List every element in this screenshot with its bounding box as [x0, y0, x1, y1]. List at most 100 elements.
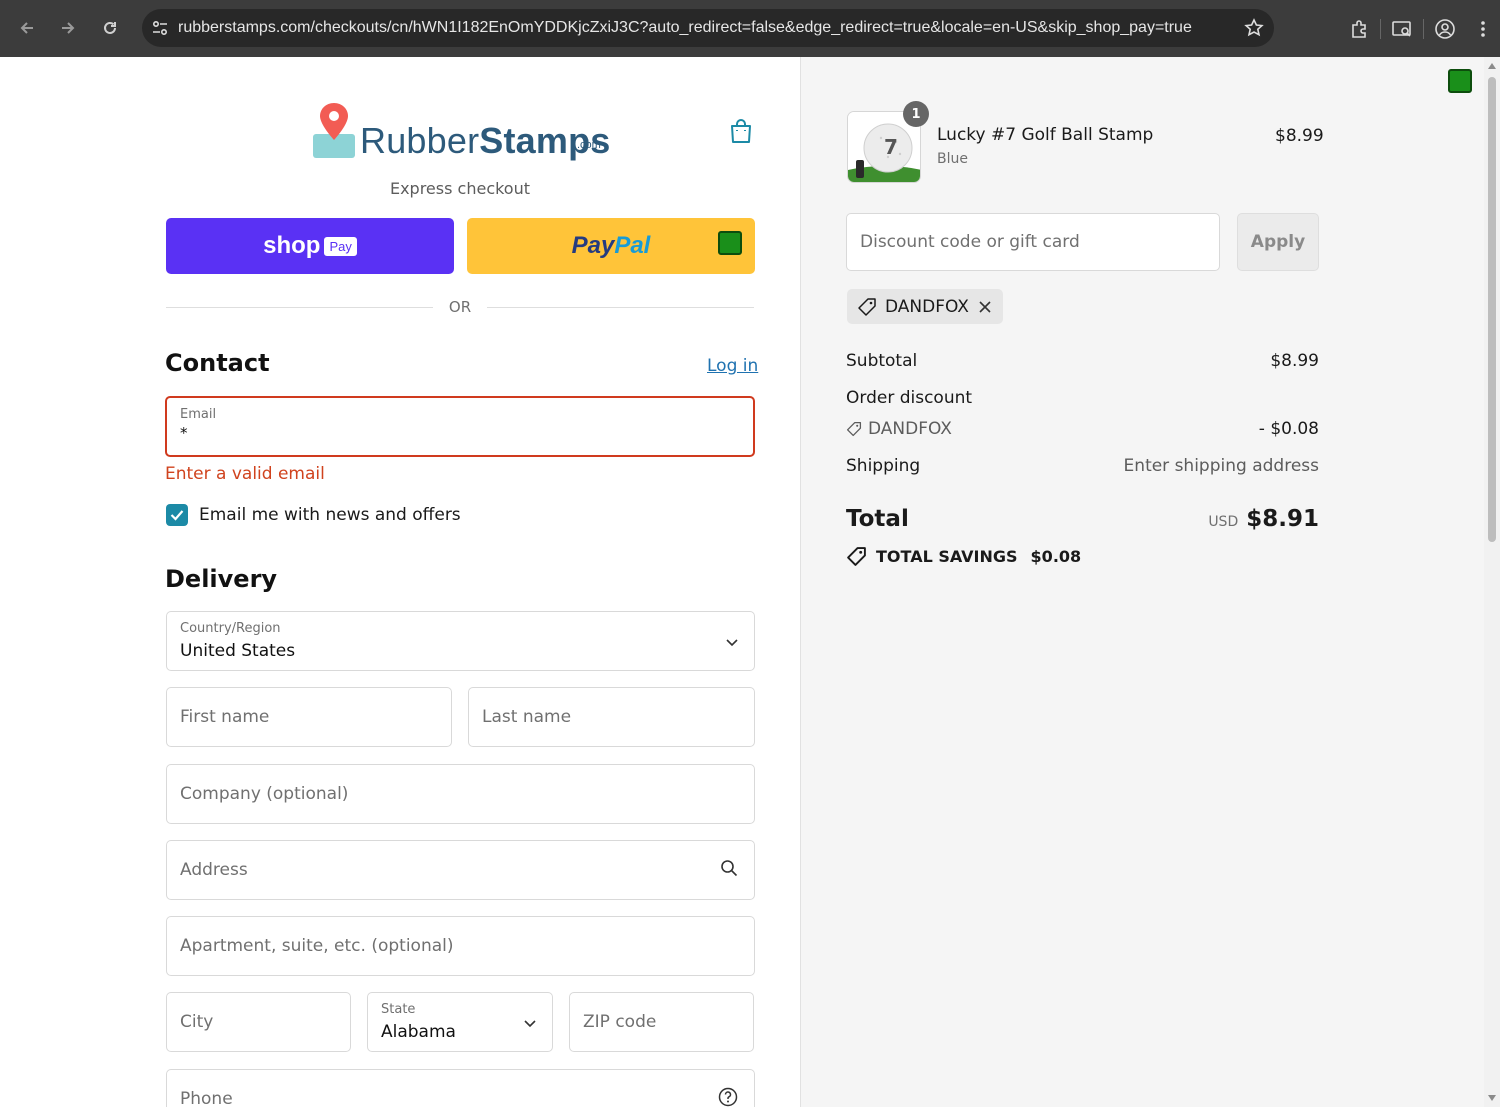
email-error-message: Enter a valid email	[165, 464, 325, 484]
city-input[interactable]: City	[166, 992, 351, 1052]
forward-icon[interactable]	[51, 11, 85, 45]
green-square-marker	[1448, 69, 1472, 93]
checkout-form-column: RubberStamps .com Express checkout shop …	[0, 57, 800, 1107]
express-checkout-label: Express checkout	[389, 179, 531, 198]
svg-text:7: 7	[884, 135, 898, 159]
product-variant: Blue	[937, 151, 968, 167]
first-name-placeholder: First name	[180, 707, 270, 727]
total-value: $8.91	[1246, 506, 1319, 532]
page-scrollbar[interactable]	[1484, 57, 1500, 1107]
browser-toolbar: rubberstamps.com/checkouts/cn/hWN1I182En…	[0, 0, 1500, 57]
email-field[interactable]: Email *	[165, 396, 755, 457]
address-placeholder: Address	[180, 860, 248, 880]
url-text[interactable]: rubberstamps.com/checkouts/cn/hWN1I182En…	[178, 19, 1234, 37]
login-link[interactable]: Log in	[707, 356, 758, 376]
email-required-marker: *	[180, 424, 188, 442]
checkout-page: RubberStamps .com Express checkout shop …	[0, 57, 1484, 1107]
phone-input[interactable]: Phone	[166, 1069, 755, 1107]
divider-line	[166, 306, 433, 308]
bookmark-star-icon[interactable]	[1234, 18, 1274, 38]
discount-value: - $0.08	[1258, 419, 1319, 439]
product-name: Lucky #7 Golf Ball Stamp	[937, 125, 1154, 145]
extensions-icon[interactable]	[1338, 9, 1380, 49]
scroll-up-arrow-icon[interactable]	[1488, 63, 1496, 69]
apartment-placeholder: Apartment, suite, etc. (optional)	[180, 936, 454, 956]
brand-logo[interactable]: RubberStamps .com	[312, 101, 611, 159]
shipping-label: Shipping	[846, 456, 921, 476]
product-price: $8.99	[1275, 126, 1324, 146]
state-label: State	[381, 1002, 416, 1017]
quantity-badge: 1	[903, 101, 929, 127]
newsletter-label[interactable]: Email me with news and offers	[199, 505, 461, 525]
total-label: Total	[846, 506, 909, 532]
checkmark-icon	[170, 510, 184, 521]
discount-code-text: DANDFOX	[868, 419, 952, 439]
shipping-value: Enter shipping address	[1123, 456, 1319, 476]
savings-label: TOTAL SAVINGS	[876, 547, 1018, 566]
discount-code-row: DANDFOX	[846, 419, 952, 439]
contact-heading: Contact	[165, 349, 270, 377]
scroll-down-arrow-icon[interactable]	[1488, 1095, 1496, 1101]
zip-placeholder: ZIP code	[583, 1012, 657, 1032]
or-text: OR	[448, 298, 472, 316]
brand-name: RubberStamps	[360, 123, 611, 159]
help-circle-icon[interactable]	[718, 1087, 738, 1107]
profile-icon[interactable]	[1424, 9, 1466, 49]
chevron-down-icon	[524, 1013, 536, 1032]
shop-pay-badge: Pay	[324, 236, 357, 256]
total-currency: USD	[1208, 514, 1239, 530]
apartment-input[interactable]: Apartment, suite, etc. (optional)	[166, 916, 755, 976]
order-discount-label: Order discount	[846, 388, 973, 408]
shop-pay-button[interactable]: shop Pay	[166, 218, 454, 274]
last-name-input[interactable]: Last name	[468, 687, 755, 747]
back-icon[interactable]	[10, 11, 44, 45]
location-pin-logo-icon	[313, 103, 355, 158]
country-value: United States	[180, 641, 296, 661]
total-amount: USD $8.91	[1208, 506, 1319, 532]
paypal-button[interactable]: Pay Pal	[467, 218, 755, 274]
applied-code: DANDFOX	[885, 296, 969, 317]
zip-input[interactable]: ZIP code	[569, 992, 754, 1052]
remove-discount-icon[interactable]	[977, 299, 993, 315]
tag-icon	[858, 297, 876, 316]
or-divider: OR	[166, 297, 755, 317]
shop-pay-wordmark: shop	[263, 232, 321, 259]
cast-search-icon[interactable]	[1381, 9, 1423, 49]
address-bar[interactable]: rubberstamps.com/checkouts/cn/hWN1I182En…	[142, 9, 1274, 47]
shopping-bag-icon[interactable]	[728, 117, 754, 149]
menu-dots-icon[interactable]	[1466, 9, 1500, 49]
first-name-input[interactable]: First name	[166, 687, 452, 747]
order-summary-column: 7 1 Lucky #7 Golf Ball Stamp Blue $8.99 …	[800, 57, 1484, 1107]
site-info-icon[interactable]	[142, 9, 178, 47]
city-placeholder: City	[180, 1012, 214, 1032]
green-square-marker	[718, 231, 742, 255]
discount-code-input[interactable]: Discount code or gift card	[846, 213, 1220, 271]
state-select[interactable]: State Alabama	[367, 992, 553, 1052]
divider-line	[487, 306, 755, 308]
reload-icon[interactable]	[93, 11, 127, 45]
company-input[interactable]: Company (optional)	[166, 764, 755, 824]
company-placeholder: Company (optional)	[180, 784, 349, 804]
apply-discount-button[interactable]: Apply	[1237, 213, 1319, 271]
delivery-heading: Delivery	[165, 565, 278, 593]
subtotal-label: Subtotal	[846, 351, 918, 371]
chevron-down-icon	[726, 632, 738, 651]
paypal-wordmark-pay: Pay	[571, 232, 615, 259]
last-name-placeholder: Last name	[482, 707, 572, 727]
phone-placeholder: Phone	[180, 1089, 233, 1107]
search-icon[interactable]	[720, 859, 738, 881]
country-select[interactable]: Country/Region United States	[166, 611, 755, 671]
savings-tag-icon	[847, 547, 866, 566]
address-input[interactable]: Address	[166, 840, 755, 900]
email-label: Email	[180, 407, 217, 422]
state-value: Alabama	[381, 1022, 456, 1042]
discount-placeholder: Discount code or gift card	[860, 232, 1080, 252]
newsletter-checkbox[interactable]	[166, 504, 188, 526]
total-savings: TOTAL SAVINGS $0.08	[846, 546, 1081, 567]
paypal-wordmark-pal: Pal	[614, 232, 651, 259]
applied-discount-chip: DANDFOX	[847, 289, 1003, 324]
savings-value: $0.08	[1030, 547, 1082, 566]
tag-icon	[846, 421, 862, 437]
subtotal-value: $8.99	[1270, 351, 1319, 371]
scroll-thumb[interactable]	[1488, 77, 1496, 542]
